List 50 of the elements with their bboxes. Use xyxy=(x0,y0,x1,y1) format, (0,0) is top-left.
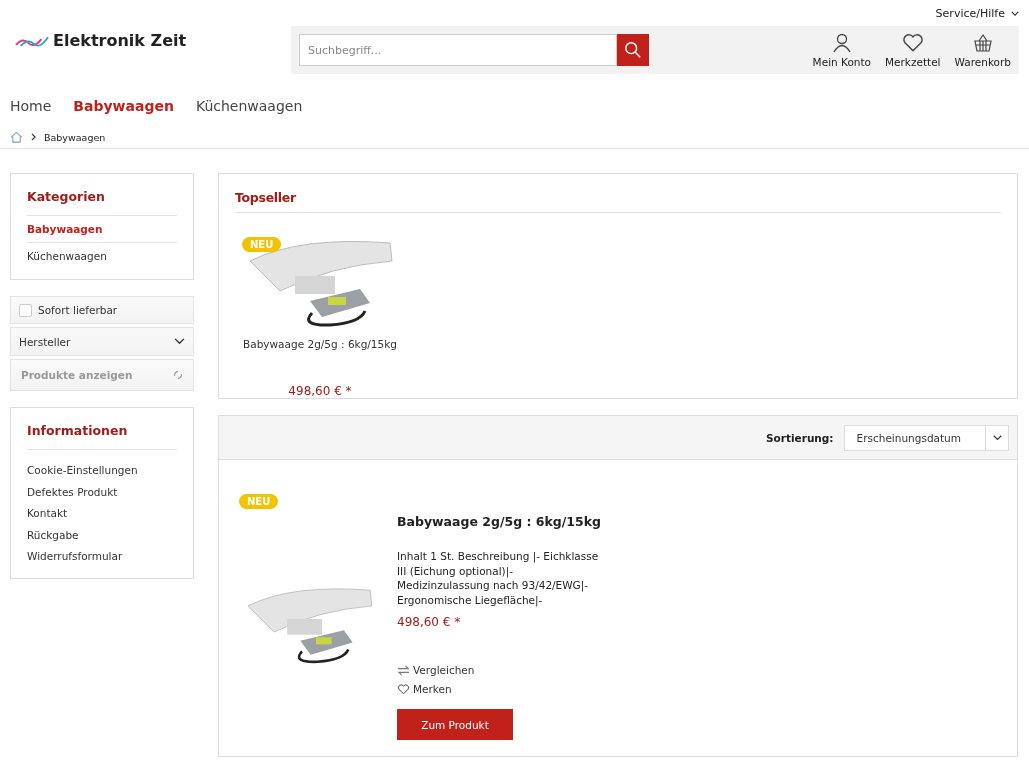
cart-button[interactable]: Warenkorb xyxy=(954,32,1011,68)
nav-tab[interactable]: Home xyxy=(10,92,52,120)
chevron-down-icon xyxy=(1011,10,1019,16)
checkbox-label: Sofort lieferbar xyxy=(38,304,118,316)
sort-label: Sortierung: xyxy=(766,431,834,444)
category-link[interactable]: Küchenwaagen xyxy=(27,243,177,269)
search-field[interactable]: Suchbegriff... xyxy=(299,34,617,66)
info-link[interactable]: Rückgabe xyxy=(27,524,177,546)
sort-dropdown[interactable]: Erscheinungsdatum xyxy=(843,424,1009,451)
panel-title: Kategorien xyxy=(27,188,177,216)
heart-icon xyxy=(397,684,410,695)
swap-arrows-icon xyxy=(397,665,410,676)
chevron-down-icon xyxy=(992,434,1002,441)
product-price: 498,60 € * xyxy=(288,384,352,398)
product-description: Inhalt 1 St. Beschreibung |- Eichklasse III (Eichung optional)|- Medizinzulassung nach 93/42/EWG|- Ergonomische Liegefläche|- xyxy=(397,549,600,607)
home-icon[interactable] xyxy=(10,131,23,143)
product-name[interactable]: Babywaage 2g/5g : 6kg/15kg xyxy=(243,338,397,350)
breadcrumb-link[interactable]: Babywaagen xyxy=(44,131,106,143)
search-icon xyxy=(624,41,642,59)
person-icon xyxy=(831,32,852,53)
product-name[interactable]: Babywaage 2g/5g : 6kg/15kg xyxy=(397,514,607,529)
info-link[interactable]: Kontakt xyxy=(27,503,177,525)
info-link[interactable]: Cookie-Einstellungen xyxy=(27,460,177,482)
service-menu[interactable]: Service/Hilfe xyxy=(935,2,1019,24)
nav-tab[interactable]: Babywaagen xyxy=(73,92,174,120)
account-button[interactable]: Mein Konto xyxy=(812,32,872,68)
wishlist-link[interactable]: Merken xyxy=(397,682,607,697)
chevron-right-icon xyxy=(31,133,36,141)
wishlist-button[interactable]: Merkzettel xyxy=(885,32,941,68)
panel-title: Informationen xyxy=(27,422,177,450)
info-link[interactable]: Widerrufsformular xyxy=(27,546,177,568)
new-badge: NEU xyxy=(242,237,282,252)
heart-icon xyxy=(901,32,924,53)
product-button[interactable]: Zum Produkt xyxy=(397,709,513,740)
search-button[interactable] xyxy=(617,34,649,66)
basket-icon xyxy=(972,32,993,53)
nav-tab[interactable]: Küchenwaagen xyxy=(195,92,303,120)
category-link[interactable]: Babywaagen xyxy=(27,216,177,243)
section-title: Topseller xyxy=(235,188,1001,213)
product-price: 498,60 € * xyxy=(397,615,462,629)
info-link[interactable]: Defektes Produkt xyxy=(27,481,177,503)
compare-link[interactable]: Vergleichen xyxy=(397,663,607,678)
checkbox[interactable] xyxy=(19,303,32,317)
refresh-icon xyxy=(173,370,183,380)
chevron-down-icon xyxy=(174,338,185,345)
new-badge: NEU xyxy=(239,494,279,509)
manufacturer-dropdown[interactable]: Hersteller xyxy=(10,327,194,356)
shop-logo[interactable]: Elektronik Zeit xyxy=(15,24,291,50)
logo-text: Elektronik Zeit xyxy=(53,31,187,50)
availability-filter[interactable]: Sofort lieferbar xyxy=(10,296,194,324)
